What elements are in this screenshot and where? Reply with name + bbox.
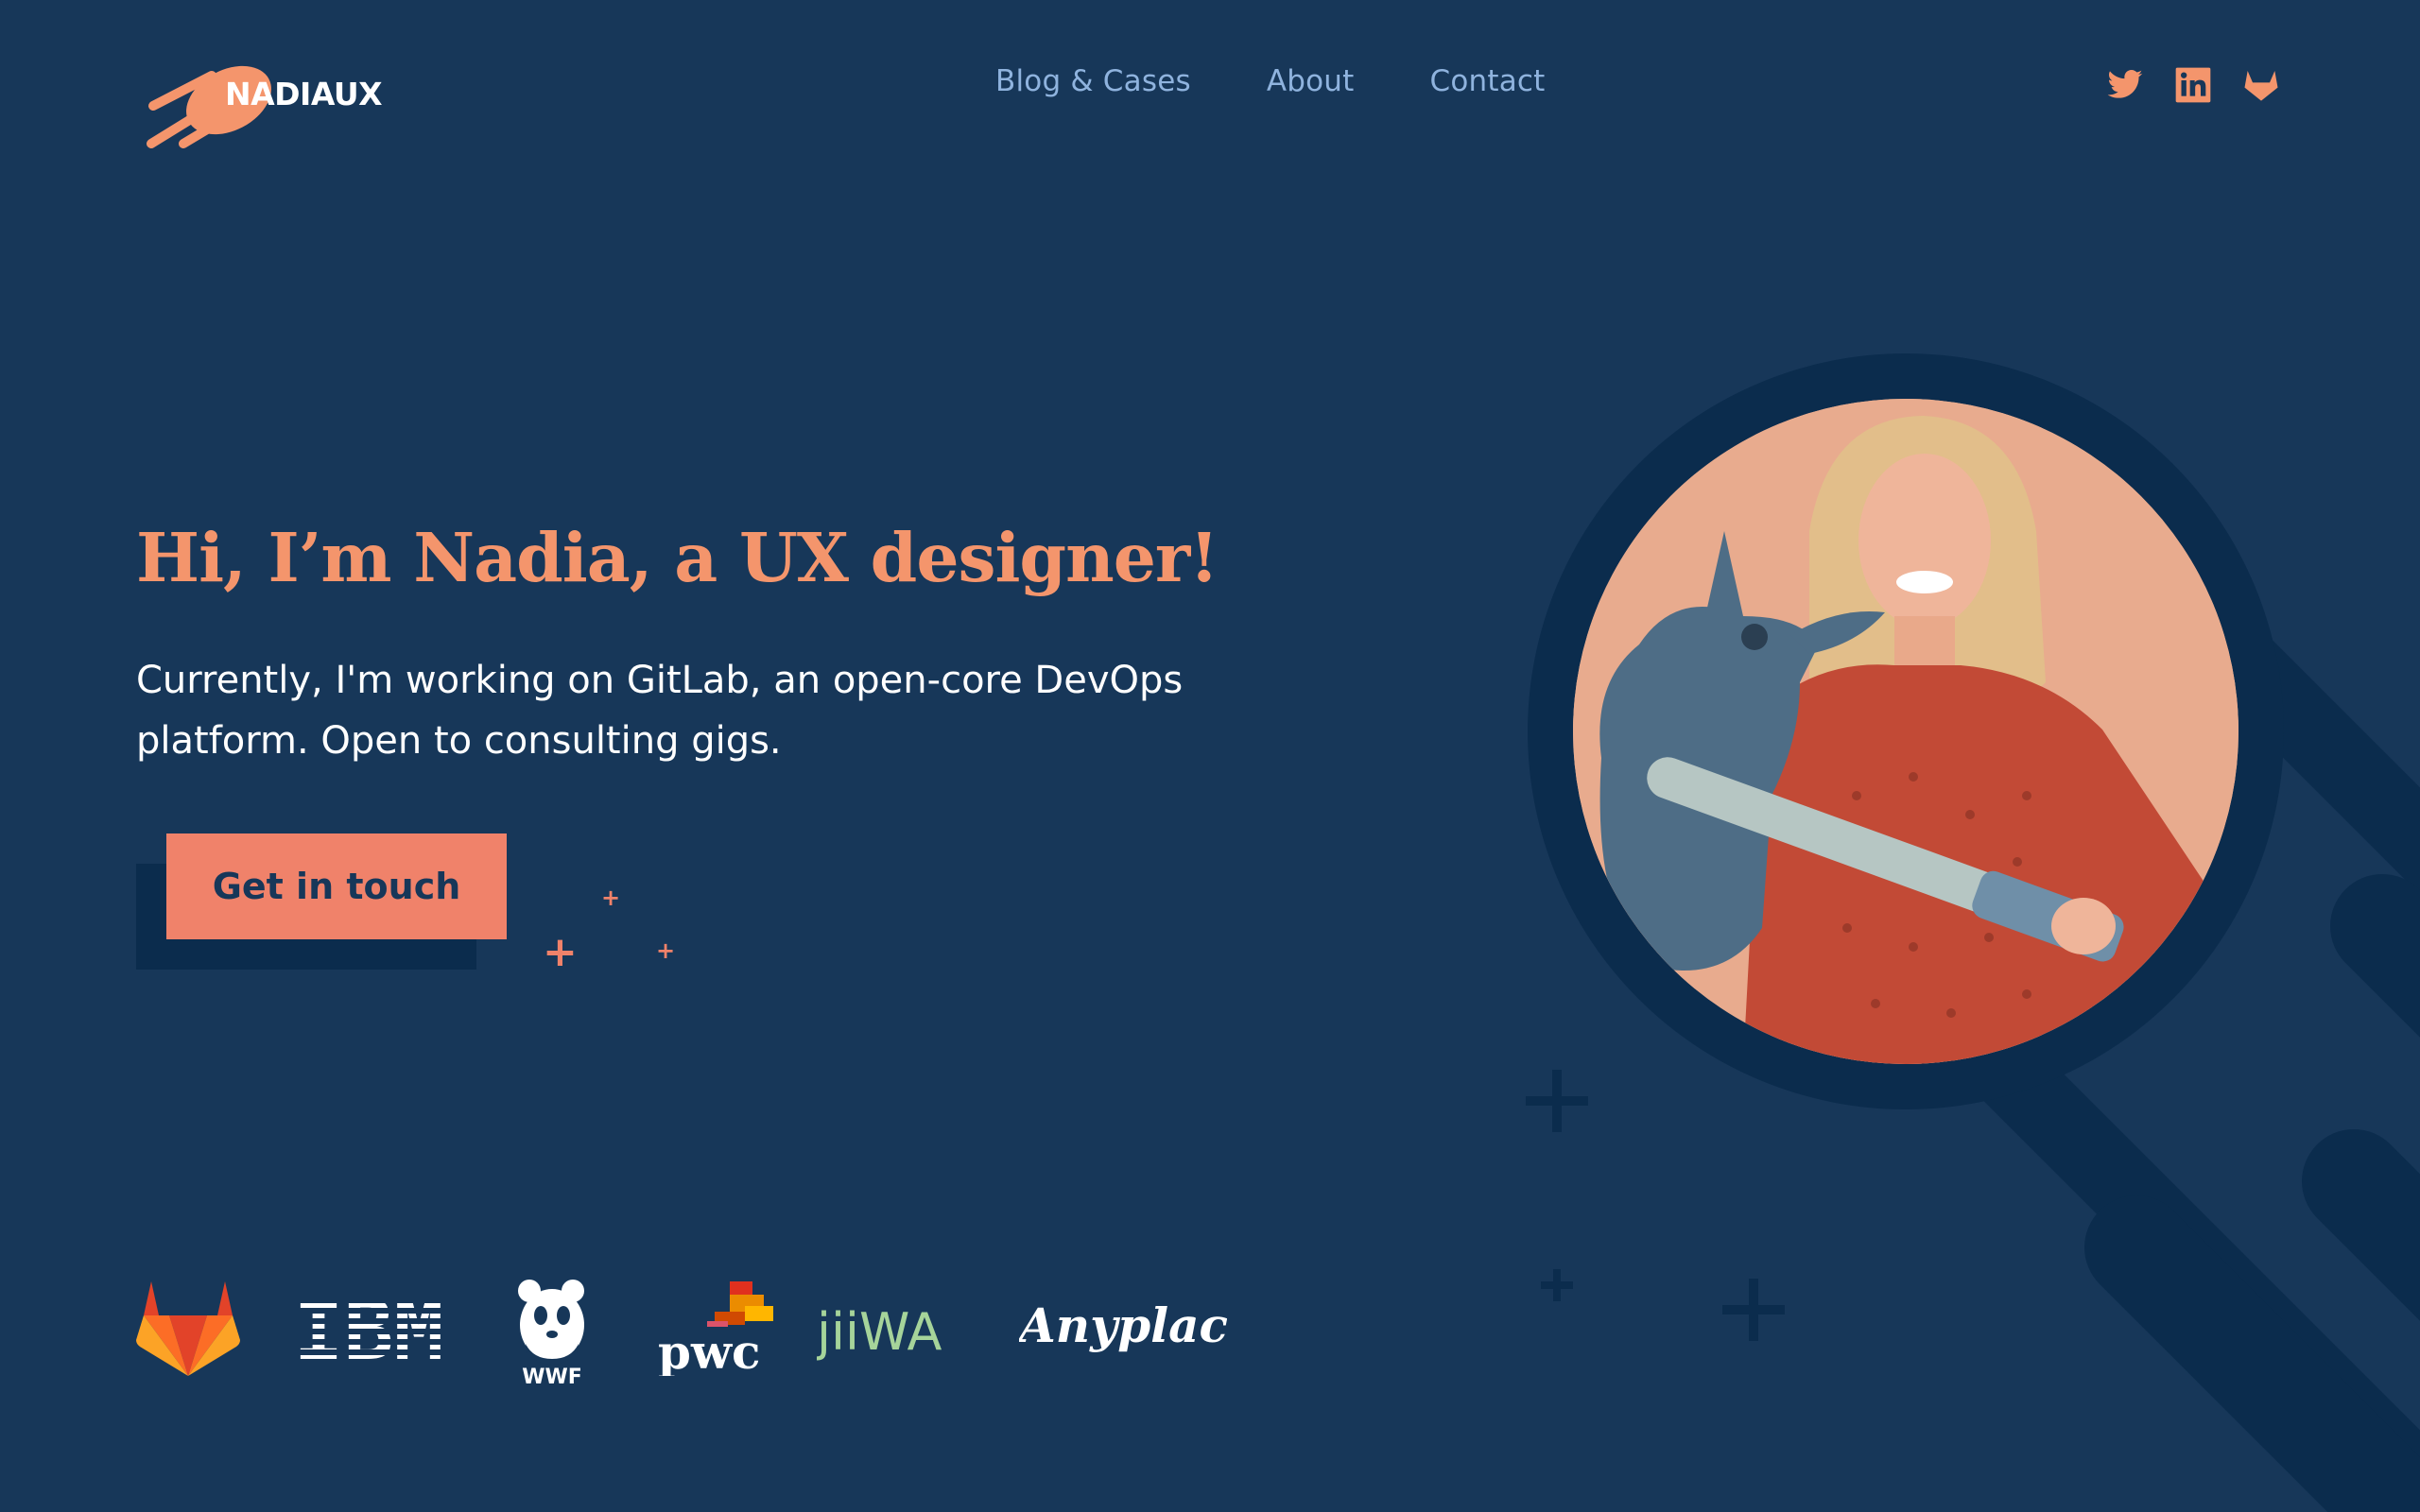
twitter-icon[interactable] [2106, 66, 2144, 104]
svg-text:pwc: pwc [658, 1324, 760, 1376]
svg-text:jiiWA: jiiWA [817, 1302, 942, 1362]
hero-title: Hi, I’m Nadia, a UX designer! [136, 518, 1219, 597]
gitlab-logo [136, 1281, 240, 1380]
plus-icon: + [601, 885, 621, 911]
plus-icon: + [543, 928, 578, 976]
brand-name: NADIAUX [225, 76, 383, 112]
social-links [2106, 66, 2280, 104]
anyplace-logo: Anyplace [1015, 1291, 1258, 1370]
nav-item-contact[interactable]: Contact [1429, 64, 1545, 98]
jiiwa-logo: jiiWA [816, 1300, 977, 1370]
main-nav: Blog & Cases About Contact [995, 64, 1546, 98]
nav-item-blog-cases[interactable]: Blog & Cases [995, 64, 1191, 98]
portrait-photo [1573, 399, 2238, 1064]
svg-text:Anyplace: Anyplace [1019, 1297, 1227, 1353]
wwf-logo: WWF [514, 1272, 590, 1389]
pwc-logo: pwc [654, 1281, 777, 1380]
svg-text:IBM: IBM [294, 1291, 444, 1366]
plus-icon: + [656, 937, 676, 964]
site-logo[interactable]: NADIAUX [146, 62, 391, 153]
nav-item-about[interactable]: About [1267, 64, 1355, 98]
hero-subtitle: Currently, I'm working on GitLab, an ope… [136, 659, 1184, 763]
ibm-logo: IBM [285, 1281, 452, 1379]
svg-text:WWF: WWF [522, 1366, 582, 1385]
gitlab-icon[interactable] [2242, 66, 2280, 104]
linkedin-icon[interactable] [2174, 66, 2212, 104]
get-in-touch-button[interactable]: Get in touch [166, 833, 507, 939]
